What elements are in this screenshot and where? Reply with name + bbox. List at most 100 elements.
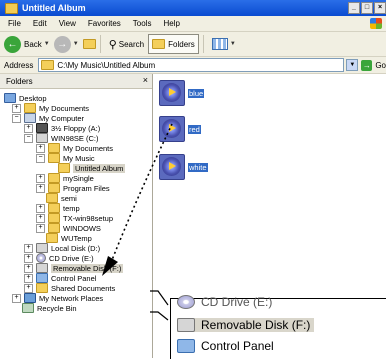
expand-toggle[interactable]: + bbox=[36, 223, 45, 233]
tree-item-shared-documents[interactable]: + Shared Documents bbox=[24, 283, 115, 293]
expand-toggle[interactable]: + bbox=[24, 123, 33, 133]
search-label: Search bbox=[118, 39, 145, 49]
minimize-button[interactable]: _ bbox=[348, 2, 360, 14]
menu-edit[interactable]: Edit bbox=[33, 19, 47, 28]
menu-bar: File Edit View Favorites Tools Help bbox=[0, 16, 386, 32]
close-button[interactable]: × bbox=[374, 2, 386, 14]
maximize-button[interactable]: □ bbox=[361, 2, 373, 14]
title-bar: Untitled Album _ □ × bbox=[0, 0, 386, 16]
menu-favorites[interactable]: Favorites bbox=[88, 19, 121, 28]
tree-item-desktop[interactable]: Desktop bbox=[4, 93, 47, 103]
file-name: red bbox=[188, 125, 201, 134]
expand-toggle[interactable]: + bbox=[36, 183, 45, 193]
folders-button[interactable]: Folders bbox=[148, 34, 199, 54]
expand-toggle[interactable]: + bbox=[36, 173, 45, 183]
folders-pane-title: Folders bbox=[6, 76, 33, 86]
windows-logo-icon bbox=[370, 18, 382, 29]
tree-item-c-drive[interactable]: − WIN98SE (C:) bbox=[24, 133, 99, 143]
tree-item-semi[interactable]: semi bbox=[46, 193, 77, 203]
tree-item-wutemp[interactable]: WUTemp bbox=[46, 233, 92, 243]
close-pane-button[interactable]: × bbox=[143, 75, 148, 85]
address-dropdown-button[interactable]: ▼ bbox=[346, 59, 359, 71]
recycle-bin-icon bbox=[22, 303, 34, 313]
expand-toggle[interactable]: + bbox=[24, 243, 33, 253]
expand-toggle[interactable]: + bbox=[12, 293, 21, 303]
menu-help[interactable]: Help bbox=[163, 19, 179, 28]
drive-icon bbox=[36, 243, 48, 253]
menu-file[interactable]: File bbox=[8, 19, 21, 28]
tree-item-recycle-bin[interactable]: Recycle Bin bbox=[22, 303, 77, 313]
tree-item-my-computer[interactable]: − My Computer bbox=[12, 113, 84, 123]
tree-item-control-panel[interactable]: + Control Panel bbox=[24, 273, 96, 283]
chevron-down-icon[interactable]: ▼ bbox=[73, 41, 79, 47]
views-button[interactable]: ▼ bbox=[211, 34, 236, 54]
folder-icon bbox=[48, 203, 60, 213]
address-bar: Address C:\My Music\Untitled Album ▼ → G… bbox=[0, 57, 386, 74]
tree-item-temp[interactable]: + temp bbox=[36, 203, 80, 213]
collapse-toggle[interactable]: − bbox=[12, 113, 21, 123]
expand-toggle[interactable]: + bbox=[24, 263, 33, 273]
control-panel-icon bbox=[177, 339, 195, 353]
folder-icon bbox=[48, 153, 60, 163]
forward-button[interactable]: → ▼ bbox=[53, 34, 79, 54]
folder-icon bbox=[36, 283, 48, 293]
expand-toggle[interactable]: + bbox=[36, 143, 45, 153]
tree-item-tx-win98setup[interactable]: + TX-win98setup bbox=[36, 213, 113, 223]
views-icon bbox=[211, 38, 228, 50]
expand-toggle[interactable]: + bbox=[12, 103, 21, 113]
window-title: Untitled Album bbox=[22, 3, 86, 13]
tree-item-windows[interactable]: + WINDOWS bbox=[36, 223, 101, 233]
expand-toggle[interactable]: + bbox=[36, 213, 45, 223]
folder-icon bbox=[41, 60, 55, 70]
tree-item-local-disk[interactable]: + Local Disk (D:) bbox=[24, 243, 100, 253]
folder-icon bbox=[48, 223, 60, 233]
expand-toggle[interactable]: + bbox=[24, 253, 33, 263]
toolbar-divider bbox=[99, 35, 101, 53]
tree-item-untitled-album[interactable]: Untitled Album bbox=[58, 163, 126, 173]
tree-item-mysingle[interactable]: + mySingle bbox=[36, 173, 94, 183]
tree-item-removable-disk[interactable]: + Removable Disk (F:) bbox=[24, 263, 124, 273]
file-item-blue[interactable]: blue bbox=[159, 80, 205, 107]
folders-pane: Folders × Desktop + My Documents − My Comp… bbox=[0, 74, 153, 358]
go-label: Go bbox=[375, 60, 386, 70]
go-arrow-icon: → bbox=[361, 59, 373, 71]
up-folder-button[interactable] bbox=[82, 34, 96, 54]
file-item-red[interactable]: red bbox=[159, 116, 201, 143]
back-label: Back bbox=[24, 39, 42, 49]
folders-pane-header: Folders × bbox=[0, 74, 152, 89]
window-buttons: _ □ × bbox=[348, 2, 386, 14]
menu-view[interactable]: View bbox=[59, 19, 76, 28]
address-value: C:\My Music\Untitled Album bbox=[57, 60, 156, 70]
zoom-item-control-panel: Control Panel bbox=[177, 339, 274, 353]
back-button[interactable]: ← Back ▼ bbox=[4, 34, 50, 54]
back-arrow-icon: ← bbox=[4, 35, 21, 53]
expand-toggle[interactable]: + bbox=[24, 273, 33, 283]
tree-item-program-files[interactable]: + Program Files bbox=[36, 183, 110, 193]
chevron-down-icon[interactable]: ▼ bbox=[44, 41, 50, 47]
tree-item-my-documents[interactable]: + My Documents bbox=[12, 103, 89, 113]
collapse-toggle[interactable]: − bbox=[24, 133, 33, 143]
tree-item-c-my-documents[interactable]: + My Documents bbox=[36, 143, 113, 153]
file-name: blue bbox=[188, 89, 205, 98]
file-name: white bbox=[188, 163, 208, 172]
menu-tools[interactable]: Tools bbox=[133, 19, 152, 28]
control-panel-icon bbox=[36, 273, 48, 283]
tree-item-my-music[interactable]: − My Music bbox=[36, 153, 95, 163]
folder-icon bbox=[48, 143, 60, 153]
toolbar: ← Back ▼ → ▼ ⚲ Search Folders ▼ bbox=[0, 32, 386, 57]
collapse-toggle[interactable]: − bbox=[36, 153, 45, 163]
tree-item-cd-drive[interactable]: + CD Drive (E:) bbox=[24, 253, 94, 263]
tree-item-floppy[interactable]: +3½ Floppy (A:) bbox=[24, 123, 100, 133]
folder-icon bbox=[48, 213, 60, 223]
folder-icon bbox=[24, 103, 36, 113]
desktop-icon bbox=[4, 93, 16, 103]
chevron-down-icon[interactable]: ▼ bbox=[230, 41, 236, 47]
zoom-item-cd-drive: CD Drive (E:) bbox=[177, 295, 272, 309]
go-button[interactable]: → Go bbox=[361, 59, 386, 71]
search-button[interactable]: ⚲ Search bbox=[109, 34, 144, 54]
expand-toggle[interactable]: + bbox=[24, 283, 33, 293]
file-item-white[interactable]: white bbox=[159, 154, 208, 181]
tree-item-network-places[interactable]: + My Network Places bbox=[12, 293, 103, 303]
expand-toggle[interactable]: + bbox=[36, 203, 45, 213]
address-input[interactable]: C:\My Music\Untitled Album bbox=[38, 58, 345, 72]
